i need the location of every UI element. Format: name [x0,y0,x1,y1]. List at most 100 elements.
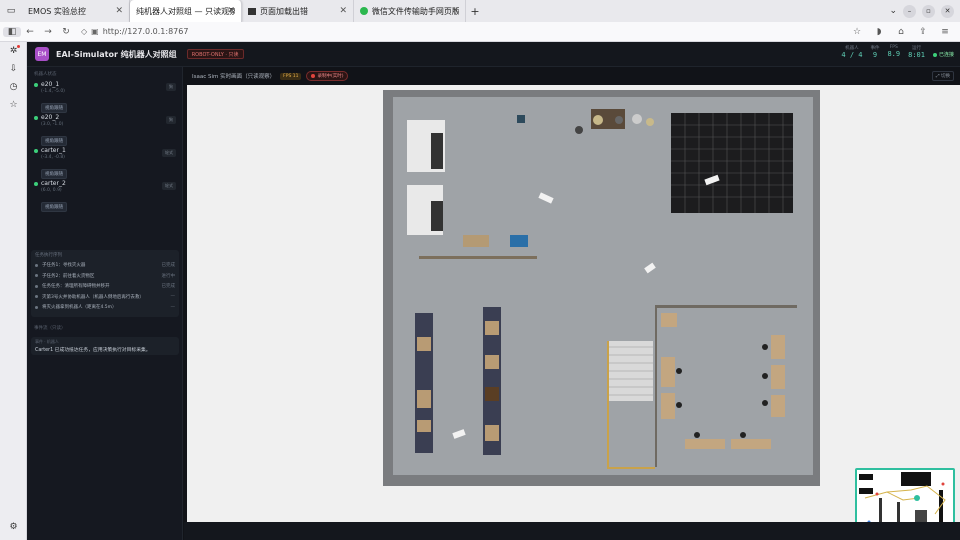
desk-equipment [431,133,443,169]
browser-sidebar: ✲ ⇩ ◷ ☆ ⚙ [0,42,27,540]
shelf-left [415,313,433,453]
robot-card-e20-1[interactable]: e20_1 (-1.4, -5.0) 狗 视角跟随 [27,79,182,113]
bookmark-star-icon[interactable]: ☆ [848,27,866,37]
status-dot [932,52,937,57]
stat-runtime: 运行 8:01 [908,45,925,59]
close-icon[interactable]: ✕ [339,6,347,16]
robot-card-carter-1[interactable]: carter_1 (-3.4, -0.8) 轮式 视角跟随 [27,145,182,179]
blue-container [510,235,528,247]
new-tab-button[interactable]: + [466,5,484,18]
bookmarks-star-icon[interactable]: ☆ [0,96,27,114]
sim-viewport[interactable] [187,85,960,522]
task-text: 子任务2：前往着火货物区 [42,273,95,279]
status-dot [34,181,38,186]
minimap[interactable] [855,468,955,522]
toggle-view-button[interactable]: ⤢ 切换 [931,71,954,81]
stat-events: 事件 9 [870,45,879,59]
minimize-button[interactable]: – [903,4,916,18]
tab-wechat[interactable]: 微信文件传输助手网页版 ✕ [354,0,466,22]
stat-robots: 机器人 4 / 4 [841,45,862,59]
barrel [615,116,623,124]
app-logo: EM [35,47,49,61]
desk-equipment [431,201,443,231]
reload-icon[interactable]: ↻ [57,27,75,37]
header-stats: 机器人 4 / 4 事件 9 FPS 8.9 运行 8:01 已连接 [841,45,954,59]
warehouse-scene [383,90,820,486]
stat-value: 8:01 [908,51,925,59]
stat-value: 8.9 [887,50,901,58]
rail [655,305,797,308]
fps-badge: FPS 11 [280,72,302,80]
close-icon[interactable]: ✕ [227,6,235,16]
tab-title: EMOS 实验总控 [28,6,86,16]
status-dot [34,115,38,120]
share-icon[interactable]: ⇪ [914,27,932,37]
task-status: 已完成 [161,284,176,290]
ai-sparkle-icon[interactable]: ✲ [0,42,27,60]
recording-label: 录制中(实时) [317,74,344,79]
task-text: 子任务1：寻找灭火器 [42,263,86,269]
robot-name: carter_2 [41,180,66,187]
task-status: — [170,294,176,300]
panel-grid [671,113,793,213]
task-status: 进行中 [161,273,176,279]
follow-view-button[interactable]: 视角跟随 [41,202,67,212]
close-icon[interactable]: ✕ [115,6,123,16]
robot-coord: (6.0, 0.9) [41,188,62,193]
partition-wall [655,305,657,467]
stat-value: 4 / 4 [841,51,863,59]
back-icon[interactable]: ← [21,27,39,37]
tab-title: 页面加载出错 [260,6,308,16]
robot-type-tag: 轮式 [162,182,176,190]
rail [607,467,655,469]
tab-overview-icon[interactable]: ▭ [0,0,22,22]
robot-coord: (-1.4, -5.0) [41,89,65,94]
robot-name: e20_1 [41,81,60,88]
url-bar[interactable]: ◇ ▣ http://127.0.0.1:8767 [81,25,842,39]
robot-card-e20-2[interactable]: e20_2 (3.0, -1.0) 狗 视角跟随 [27,112,182,146]
tab-title: 微信文件传输助手网页版 [371,6,459,16]
robot-sidebar: 机器人状态 e20_1 (-1.4, -5.0) 狗 视角跟随 e20_2 (3… [27,67,183,540]
tab-robot-only[interactable]: 纯机器人对照组 — 只读观察 ✕ [130,0,242,22]
task-status: 已完成 [161,263,176,269]
maximize-button[interactable]: ▫ [922,4,935,18]
task-status: — [170,304,176,310]
task-item: 将灭火器拿到机器人（距离在4.5m） — [35,302,175,313]
app-root: EM EAI-Simulator 纯机器人对照组 ROBOT-ONLY · 只读… [27,42,960,540]
view-bottom-bar [184,522,960,540]
task-item: 任务任务：清理所有障碍物并移开 已完成 [35,281,175,292]
record-dot-icon [311,74,316,78]
history-icon[interactable]: ◷ [0,78,27,96]
event-text: Carter1 已成功抵达任务，应用决策执行对目标采集。 [35,348,151,353]
tab-emos[interactable]: EMOS 实验总控 ✕ [22,0,130,22]
barrel [632,114,642,124]
downloads-icon[interactable]: ⇩ [0,60,27,78]
list-tabs-icon[interactable]: ⌄ [889,6,897,16]
shield-icon: ◇ [81,27,88,36]
forward-icon[interactable]: → [39,27,57,37]
task-text: 灭第3号火并协助机器人（机器人倒地后再行去救） [42,294,144,300]
readonly-badge: ROBOT-ONLY · 只读 [186,49,244,59]
tab-load-error[interactable]: 页面加载出错 ✕ [242,0,354,22]
shelf-middle [483,307,501,455]
robot-card-carter-2[interactable]: carter_2 (6.0, 0.9) 轮式 视角跟随 [27,178,182,212]
barrel [575,126,583,134]
close-icon[interactable]: ✕ [451,6,459,16]
view-title: Isaac Sim 实时画面（只读观察） [192,74,276,80]
table [463,235,489,247]
event-item: 事件 · 机器人 Carter1 已成功抵达任务，应用决策执行对目标采集。 [31,337,179,355]
settings-gear-icon[interactable]: ⚙ [0,518,27,536]
menu-icon[interactable]: ≡ [936,27,954,37]
extensions-icon[interactable]: ⌂ [892,27,910,37]
task-item: 子任务2：前往着火货物区 进行中 [35,271,175,282]
app-title: EAI-Simulator 纯机器人对照组 [56,49,177,59]
sidebar-toggle-icon[interactable]: ◧ [3,26,21,37]
robot-type-tag: 轮式 [162,149,176,157]
close-window-button[interactable]: ✕ [941,4,954,18]
pocket-icon[interactable]: ◗ [870,27,888,37]
task-item: 灭第3号火并协助机器人（机器人倒地后再行去救） — [35,292,175,303]
barrel [593,115,603,125]
recording-badge: 录制中(实时) [306,71,349,81]
tab-title: 纯机器人对照组 — 只读观察 [136,6,235,16]
event-meta: 事件 · 机器人 [35,339,59,344]
